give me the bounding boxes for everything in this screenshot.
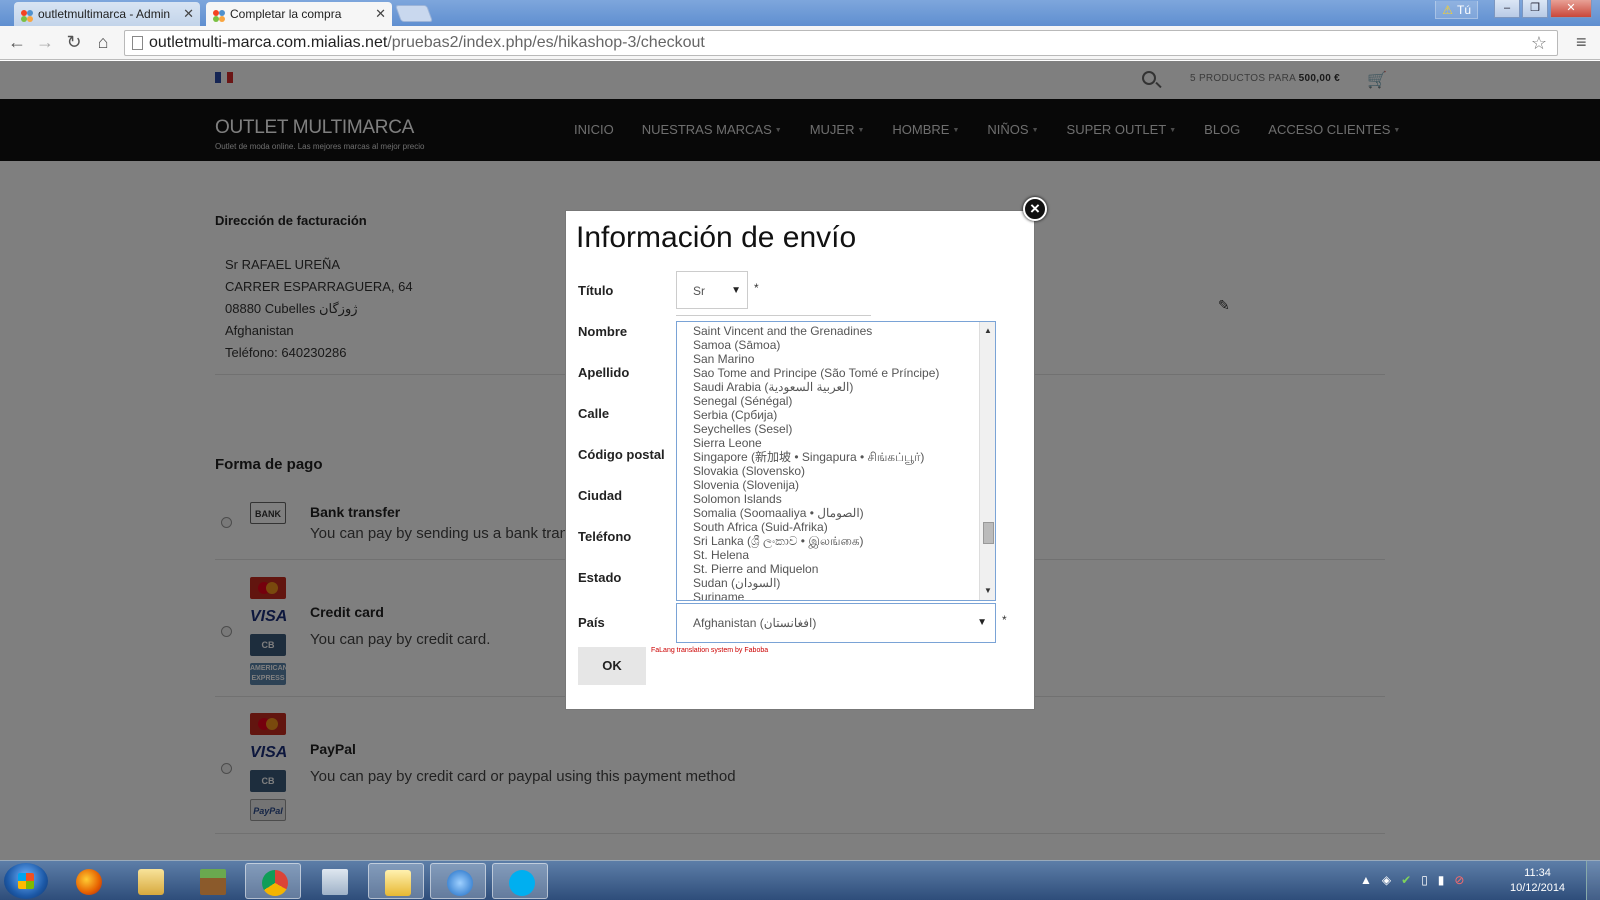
country-option[interactable]: Sudan (السودان) [677, 576, 995, 590]
browser-toolbar: ← → ↻ ⌂ outletmulti-marca.com.mialias.ne… [0, 26, 1600, 60]
titulo-select[interactable]: Sr ▼ [676, 271, 748, 309]
user-profile-badge[interactable]: ⚠ Tú [1435, 1, 1478, 19]
close-modal-icon[interactable]: × [1023, 197, 1047, 221]
country-option[interactable]: Sri Lanka (ශ්‍රී ලංකාව • இலங்கை) [677, 534, 995, 548]
country-option[interactable]: Serbia (Србија) [677, 408, 995, 422]
label-telefono: Teléfono [578, 529, 632, 544]
url-host: outletmulti-marca.com.mialias.net [149, 34, 388, 51]
skype-taskbar-icon[interactable] [492, 863, 548, 899]
label-ciudad: Ciudad [578, 488, 623, 503]
outlook-taskbar-icon[interactable] [368, 863, 424, 899]
volume-muted-icon[interactable]: ⊘ [1454, 873, 1464, 887]
show-desktop-button[interactable] [1586, 861, 1600, 900]
new-tab-button[interactable] [394, 5, 434, 22]
joomla-icon [212, 7, 226, 22]
close-tab-icon[interactable]: ✕ [183, 2, 194, 26]
country-option[interactable]: Sao Tome and Principe (São Tomé e Prínci… [677, 366, 995, 380]
label-calle: Calle [578, 406, 610, 421]
close-tab-icon[interactable]: ✕ [375, 2, 386, 26]
menu-icon[interactable]: ≡ [1576, 32, 1587, 53]
browser-tab-bar: outletmultimarca - Admin ✕ Completar la … [0, 0, 1600, 26]
home-icon[interactable]: ⌂ [92, 31, 114, 53]
country-option[interactable]: Slovenia (Slovenija) [677, 478, 995, 492]
device-icon[interactable]: ▯ [1421, 873, 1428, 887]
country-option[interactable]: Seychelles (Sesel) [677, 422, 995, 436]
label-pais: País [578, 615, 605, 630]
country-option[interactable]: South Africa (Suid-Afrika) [677, 520, 995, 534]
country-options: Saint Vincent and the Grenadines Samoa (S… [677, 322, 995, 600]
country-option[interactable]: Samoa (Sāmoa) [677, 338, 995, 352]
window-controls: – ❐ ✕ [1494, 0, 1592, 18]
country-option[interactable]: Sierra Leone [677, 436, 995, 450]
minecraft-taskbar-icon[interactable] [184, 863, 240, 899]
tab-title: outletmultimarca - Admin [38, 7, 171, 21]
minimize-button[interactable]: – [1494, 0, 1520, 18]
country-option[interactable]: Singapore (新加坡 • Singapura • சிங்கப்பூர்… [677, 450, 995, 464]
calculator-taskbar-icon[interactable] [306, 863, 362, 899]
country-option[interactable]: St. Pierre and Miquelon [677, 562, 995, 576]
taskbar-clock[interactable]: 11:34 10/12/2014 [1510, 866, 1565, 896]
shipping-info-modal: Información de envío Título Sr ▼ * Nombre… [565, 210, 1035, 710]
tab-checkout[interactable]: Completar la compra ✕ [206, 2, 392, 26]
reload-icon[interactable]: ↻ [63, 31, 85, 53]
scrollbar[interactable]: ▲ ▼ [979, 322, 995, 600]
country-option[interactable]: Saint Vincent and the Grenadines [677, 324, 995, 338]
network-icon[interactable]: ◈ [1382, 873, 1391, 887]
url-path: /pruebas2/index.php/es/hikashop-3/checko… [387, 34, 705, 51]
close-window-button[interactable]: ✕ [1550, 0, 1592, 18]
bookmark-star-icon[interactable]: ☆ [1531, 31, 1547, 55]
address-bar[interactable]: outletmulti-marca.com.mialias.net/prueba… [124, 30, 1558, 56]
tab-admin[interactable]: outletmultimarca - Admin ✕ [14, 2, 200, 26]
signal-icon[interactable]: ▮ [1438, 873, 1445, 887]
country-option[interactable]: Saudi Arabia (العربية السعودية) [677, 380, 995, 394]
dropdown-arrow-icon: ▼ [731, 285, 741, 296]
windows-taskbar: ▲ ◈ ✔ ▯ ▮ ⊘ 11:34 10/12/2014 [0, 860, 1600, 900]
start-button[interactable] [4, 863, 48, 899]
back-arrow-icon[interactable]: ← [6, 31, 28, 53]
scroll-up-icon[interactable]: ▲ [980, 324, 995, 338]
country-option[interactable]: Senegal (Sénégal) [677, 394, 995, 408]
country-option[interactable]: Slovakia (Slovensko) [677, 464, 995, 478]
forward-arrow-icon[interactable]: → [34, 31, 56, 53]
required-mark: * [1002, 613, 1007, 627]
required-mark: * [754, 281, 759, 295]
nombre-input-edge [676, 315, 871, 316]
modal-title: Información de envío [576, 221, 857, 254]
country-option[interactable]: Somalia (Soomaaliya • الصومال) [677, 506, 995, 520]
firefox-taskbar-icon[interactable] [60, 863, 116, 899]
label-apellido: Apellido [578, 365, 630, 380]
scroll-thumb[interactable] [983, 522, 994, 544]
label-titulo: Título [578, 283, 614, 298]
falang-credit[interactable]: FaLang translation system by Faboba [651, 647, 768, 654]
sync-icon[interactable]: ✔ [1401, 873, 1411, 887]
explorer-taskbar-icon[interactable] [122, 863, 178, 899]
page-icon [132, 36, 143, 50]
tab-title: Completar la compra [230, 7, 342, 21]
country-option[interactable]: San Marino [677, 352, 995, 366]
ok-button[interactable]: OK [578, 647, 646, 685]
label-estado: Estado [578, 570, 622, 585]
chrome-taskbar-icon[interactable] [245, 863, 301, 899]
tray-expand-icon[interactable]: ▲ [1360, 873, 1372, 887]
system-tray: ▲ ◈ ✔ ▯ ▮ ⊘ [1360, 873, 1464, 887]
scroll-down-icon[interactable]: ▼ [980, 584, 995, 598]
country-option[interactable]: Suriname [677, 590, 995, 600]
joomla-icon [20, 7, 34, 22]
pais-select[interactable]: Afghanistan (افغانستان) ▼ [676, 603, 996, 643]
dropdown-arrow-icon: ▼ [977, 617, 987, 628]
warning-icon: ⚠ [1442, 3, 1453, 17]
label-nombre: Nombre [578, 324, 628, 339]
restore-button[interactable]: ❐ [1522, 0, 1548, 18]
label-codigo-postal: Código postal [578, 447, 665, 462]
country-option[interactable]: Solomon Islands [677, 492, 995, 506]
itunes-taskbar-icon[interactable] [430, 863, 486, 899]
country-option[interactable]: St. Helena [677, 548, 995, 562]
country-dropdown-list[interactable]: Saint Vincent and the Grenadines Samoa (S… [676, 321, 996, 601]
